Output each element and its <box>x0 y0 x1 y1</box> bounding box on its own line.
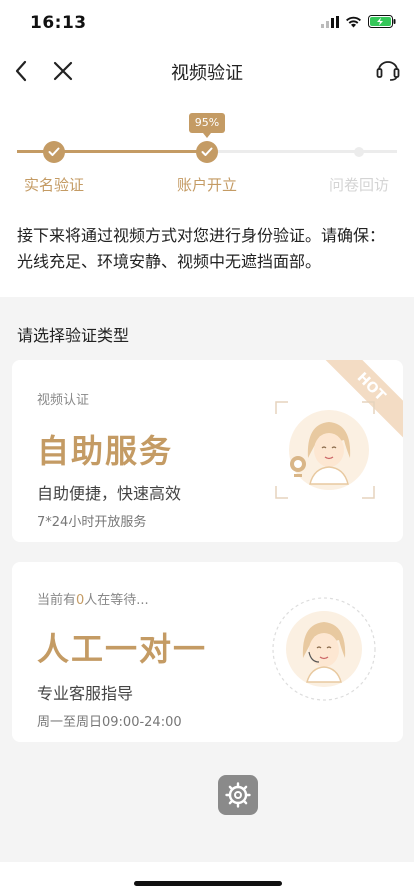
battery-charging-icon <box>368 15 396 28</box>
card-hours: 7*24小时开放服务 <box>37 515 147 530</box>
queue-prefix: 当前有 <box>37 593 77 608</box>
human-agent-illustration <box>272 597 376 701</box>
progress-percent-badge: 95% <box>189 113 225 138</box>
nav-bar: 视频验证 <box>0 48 414 94</box>
card-title: 人工一对一 <box>37 630 208 668</box>
intro-text: 接下来将通过视频方式对您进行身份验证。请确保：光线充足、环境安静、视频中无遮挡面… <box>17 226 386 271</box>
step-1-check <box>43 141 65 163</box>
card-subtitle: 视频认证 <box>37 393 90 408</box>
customer-service-icon <box>376 61 400 81</box>
step-label: 实名验证 <box>24 176 85 194</box>
status-bar: 16:13 <box>0 0 414 48</box>
manual-service-card[interactable]: 当前有0人在等待... 人工一对一 专业客服指导 周一至周日09:00-24:0… <box>12 562 403 742</box>
self-service-card[interactable]: HOT 视频认证 自助服务 自助便捷，快速高效 7*24小时开放服务 <box>12 360 403 542</box>
step-label: 账户开立 <box>177 176 238 194</box>
queue-status: 当前有0人在等待... <box>37 589 149 608</box>
top-panel: 16:13 视频验证 95% 实名验证 账户开立 问卷回访 接下来将通过视频方式… <box>0 0 414 297</box>
settings-icon <box>225 782 251 808</box>
wifi-icon <box>346 16 361 27</box>
check-icon <box>48 147 60 156</box>
card-desc: 自助便捷，快速高效 <box>37 484 182 503</box>
card-desc: 专业客服指导 <box>37 684 134 703</box>
progress-steps: 95% 实名验证 账户开立 问卷回访 <box>0 108 414 198</box>
home-indicator <box>134 881 282 886</box>
bottom-safe-area <box>0 862 414 896</box>
step-label: 问卷回访 <box>329 176 390 194</box>
progress-line-pending <box>208 150 397 153</box>
card-title: 自助服务 <box>37 432 174 470</box>
floating-tool-button[interactable] <box>218 775 258 815</box>
status-time: 16:13 <box>30 13 87 33</box>
card-hours: 周一至周日09:00-24:00 <box>37 715 182 730</box>
page-title: 视频验证 <box>171 63 243 84</box>
check-icon <box>201 147 213 156</box>
signal-icon <box>321 15 339 28</box>
step-3-dot <box>354 147 364 157</box>
queue-suffix: 人在等待... <box>84 593 149 608</box>
section-title: 请选择验证类型 <box>17 326 130 345</box>
customer-service-button[interactable] <box>373 56 403 86</box>
step-2-check <box>196 141 218 163</box>
status-icons <box>321 15 396 28</box>
video-agent-illustration <box>275 401 375 499</box>
